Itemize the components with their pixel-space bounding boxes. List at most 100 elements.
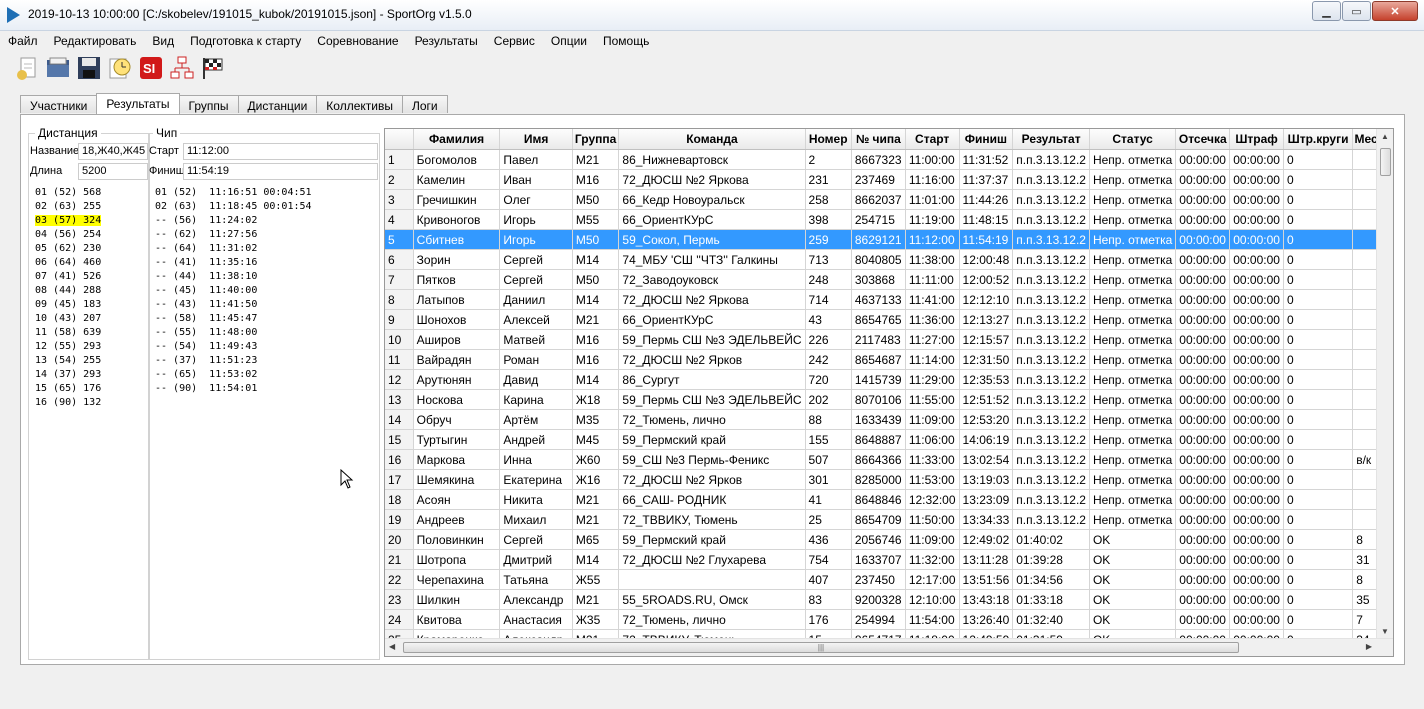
table-cell[interactable]: 00:00:00 bbox=[1175, 409, 1231, 430]
table-cell[interactable]: 176 bbox=[805, 609, 852, 630]
table-row[interactable]: 16 Маркова Инна Ж60 59_СШ №3 Пермь-Феникс 507… bbox=[385, 449, 1393, 470]
row-number[interactable]: 20 bbox=[385, 529, 414, 550]
table-cell[interactable]: Даниил bbox=[499, 289, 573, 310]
table-cell[interactable]: 398 bbox=[805, 209, 852, 230]
table-cell[interactable]: 0 bbox=[1283, 469, 1354, 490]
column-header[interactable]: Результат bbox=[1012, 129, 1090, 150]
table-cell[interactable]: 00:00:00 bbox=[1229, 309, 1284, 330]
table-cell[interactable]: 1633439 bbox=[851, 409, 906, 430]
table-cell[interactable]: 507 bbox=[805, 449, 852, 470]
table-cell[interactable]: 12:00:52 bbox=[959, 269, 1014, 290]
table-cell[interactable]: Носкова bbox=[413, 389, 501, 410]
table-cell[interactable]: 00:00:00 bbox=[1229, 249, 1284, 270]
column-header[interactable]: Группа bbox=[572, 129, 620, 150]
table-cell[interactable]: п.п.3.13.12.2 bbox=[1012, 189, 1090, 210]
table-cell[interactable]: 11:53:00 bbox=[905, 469, 960, 490]
table-row[interactable]: 23 Шилкин Александр М21 55_5ROADS.RU, Омск 83… bbox=[385, 589, 1393, 610]
table-cell[interactable]: 00:00:00 bbox=[1229, 169, 1284, 190]
table-cell[interactable]: Матвей bbox=[499, 329, 573, 350]
table-cell[interactable]: 00:00:00 bbox=[1229, 549, 1284, 570]
table-cell[interactable]: 242 bbox=[805, 349, 852, 370]
table-cell[interactable]: Ж35 bbox=[572, 609, 620, 630]
table-cell[interactable]: Обруч bbox=[413, 409, 501, 430]
table-cell[interactable]: 86_Нижневартовск bbox=[618, 149, 806, 170]
table-cell[interactable]: 8664366 bbox=[851, 449, 906, 470]
table-cell[interactable]: 12:35:53 bbox=[959, 369, 1014, 390]
table-row[interactable]: 17 Шемякина Екатерина Ж16 72_ДЮСШ №2 Ярков 30… bbox=[385, 469, 1393, 490]
table-cell[interactable]: 66_САШ- РОДНИК bbox=[618, 489, 806, 510]
table-cell[interactable]: п.п.3.13.12.2 bbox=[1012, 209, 1090, 230]
table-cell[interactable]: Непр. отметка bbox=[1089, 509, 1177, 530]
table-cell[interactable]: М16 bbox=[572, 169, 620, 190]
table-cell[interactable]: Михаил bbox=[499, 509, 573, 530]
table-cell[interactable]: Шотропа bbox=[413, 549, 501, 570]
column-header[interactable]: Финиш bbox=[959, 129, 1014, 150]
table-cell[interactable]: 720 bbox=[805, 369, 852, 390]
table-cell[interactable]: 11:19:00 bbox=[905, 209, 960, 230]
table-cell[interactable]: Игорь bbox=[499, 209, 573, 230]
table-cell[interactable]: Непр. отметка bbox=[1089, 269, 1177, 290]
table-cell[interactable]: 12:49:02 bbox=[959, 529, 1014, 550]
table-cell[interactable]: М21 bbox=[572, 309, 620, 330]
table-cell[interactable]: 00:00:00 bbox=[1175, 469, 1231, 490]
row-number[interactable]: 12 bbox=[385, 369, 414, 390]
table-cell[interactable]: 72_ДЮСШ №2 Ярков bbox=[618, 349, 806, 370]
table-cell[interactable]: М21 bbox=[572, 589, 620, 610]
table-cell[interactable]: 86_Сургут bbox=[618, 369, 806, 390]
table-cell[interactable]: 88 bbox=[805, 409, 852, 430]
table-cell[interactable]: 12:00:48 bbox=[959, 249, 1014, 270]
table-cell[interactable]: 13:43:18 bbox=[959, 589, 1014, 610]
table-cell[interactable]: 8662037 bbox=[851, 189, 906, 210]
table-cell[interactable]: 11:06:00 bbox=[905, 429, 960, 450]
table-row[interactable]: 14 Обруч Артём М35 72_Тюмень, лично 88 1633439… bbox=[385, 409, 1393, 430]
row-number[interactable]: 9 bbox=[385, 309, 414, 330]
table-cell[interactable]: Ж55 bbox=[572, 569, 620, 590]
table-cell[interactable]: 00:00:00 bbox=[1229, 409, 1284, 430]
table-cell[interactable]: 12:17:00 bbox=[905, 569, 960, 590]
table-cell[interactable]: Екатерина bbox=[499, 469, 573, 490]
table-cell[interactable]: 00:00:00 bbox=[1175, 349, 1231, 370]
table-cell[interactable]: 00:00:00 bbox=[1175, 609, 1231, 630]
table-cell[interactable]: 4637133 bbox=[851, 289, 906, 310]
table-cell[interactable]: OK bbox=[1089, 569, 1177, 590]
table-cell[interactable]: п.п.3.13.12.2 bbox=[1012, 289, 1090, 310]
table-cell[interactable]: 436 bbox=[805, 529, 852, 550]
table-cell[interactable]: Непр. отметка bbox=[1089, 209, 1177, 230]
table-cell[interactable]: М35 bbox=[572, 409, 620, 430]
table-cell[interactable]: 2056746 bbox=[851, 529, 906, 550]
table-cell[interactable]: п.п.3.13.12.2 bbox=[1012, 449, 1090, 470]
table-cell[interactable]: Карина bbox=[499, 389, 573, 410]
table-cell[interactable]: 13:11:28 bbox=[959, 549, 1014, 570]
table-cell[interactable]: 00:00:00 bbox=[1229, 289, 1284, 310]
table-cell[interactable]: 11:33:00 bbox=[905, 449, 960, 470]
table-cell[interactable]: OK bbox=[1089, 529, 1177, 550]
table-cell[interactable]: 2117483 bbox=[851, 329, 906, 350]
table-cell[interactable]: 0 bbox=[1283, 149, 1354, 170]
table-cell[interactable]: 00:00:00 bbox=[1175, 449, 1231, 470]
table-row[interactable]: 18 Асоян Никита М21 66_САШ- РОДНИК 41 8648846 1… bbox=[385, 489, 1393, 510]
table-cell[interactable]: 00:00:00 bbox=[1175, 249, 1231, 270]
table-cell[interactable]: 83 bbox=[805, 589, 852, 610]
table-cell[interactable]: 713 bbox=[805, 249, 852, 270]
distance-length-field[interactable]: 5200 bbox=[78, 163, 148, 180]
table-row[interactable]: 19 Андреев Михаил М21 72_ТВВИКУ, Тюмень 25 865… bbox=[385, 509, 1393, 530]
table-cell[interactable]: OK bbox=[1089, 609, 1177, 630]
table-cell[interactable]: 00:00:00 bbox=[1229, 189, 1284, 210]
table-cell[interactable]: 00:00:00 bbox=[1175, 309, 1231, 330]
menu-help[interactable]: Помощь bbox=[595, 31, 657, 51]
table-cell[interactable]: 8654687 bbox=[851, 349, 906, 370]
row-number[interactable]: 17 bbox=[385, 469, 414, 490]
horizontal-scroll-thumb[interactable]: ||| bbox=[403, 642, 1239, 653]
table-cell[interactable]: М14 bbox=[572, 549, 620, 570]
table-cell[interactable]: Артём bbox=[499, 409, 573, 430]
table-cell[interactable]: 407 bbox=[805, 569, 852, 590]
table-cell[interactable]: 8648846 bbox=[851, 489, 906, 510]
table-cell[interactable]: 13:19:03 bbox=[959, 469, 1014, 490]
table-cell[interactable]: 00:00:00 bbox=[1229, 589, 1284, 610]
row-number[interactable]: 5 bbox=[385, 229, 414, 250]
table-cell[interactable]: п.п.3.13.12.2 bbox=[1012, 349, 1090, 370]
table-cell[interactable]: Ж18 bbox=[572, 389, 620, 410]
table-cell[interactable]: Арутюнян bbox=[413, 369, 501, 390]
table-cell[interactable]: п.п.3.13.12.2 bbox=[1012, 149, 1090, 170]
table-cell[interactable]: 0 bbox=[1283, 249, 1354, 270]
